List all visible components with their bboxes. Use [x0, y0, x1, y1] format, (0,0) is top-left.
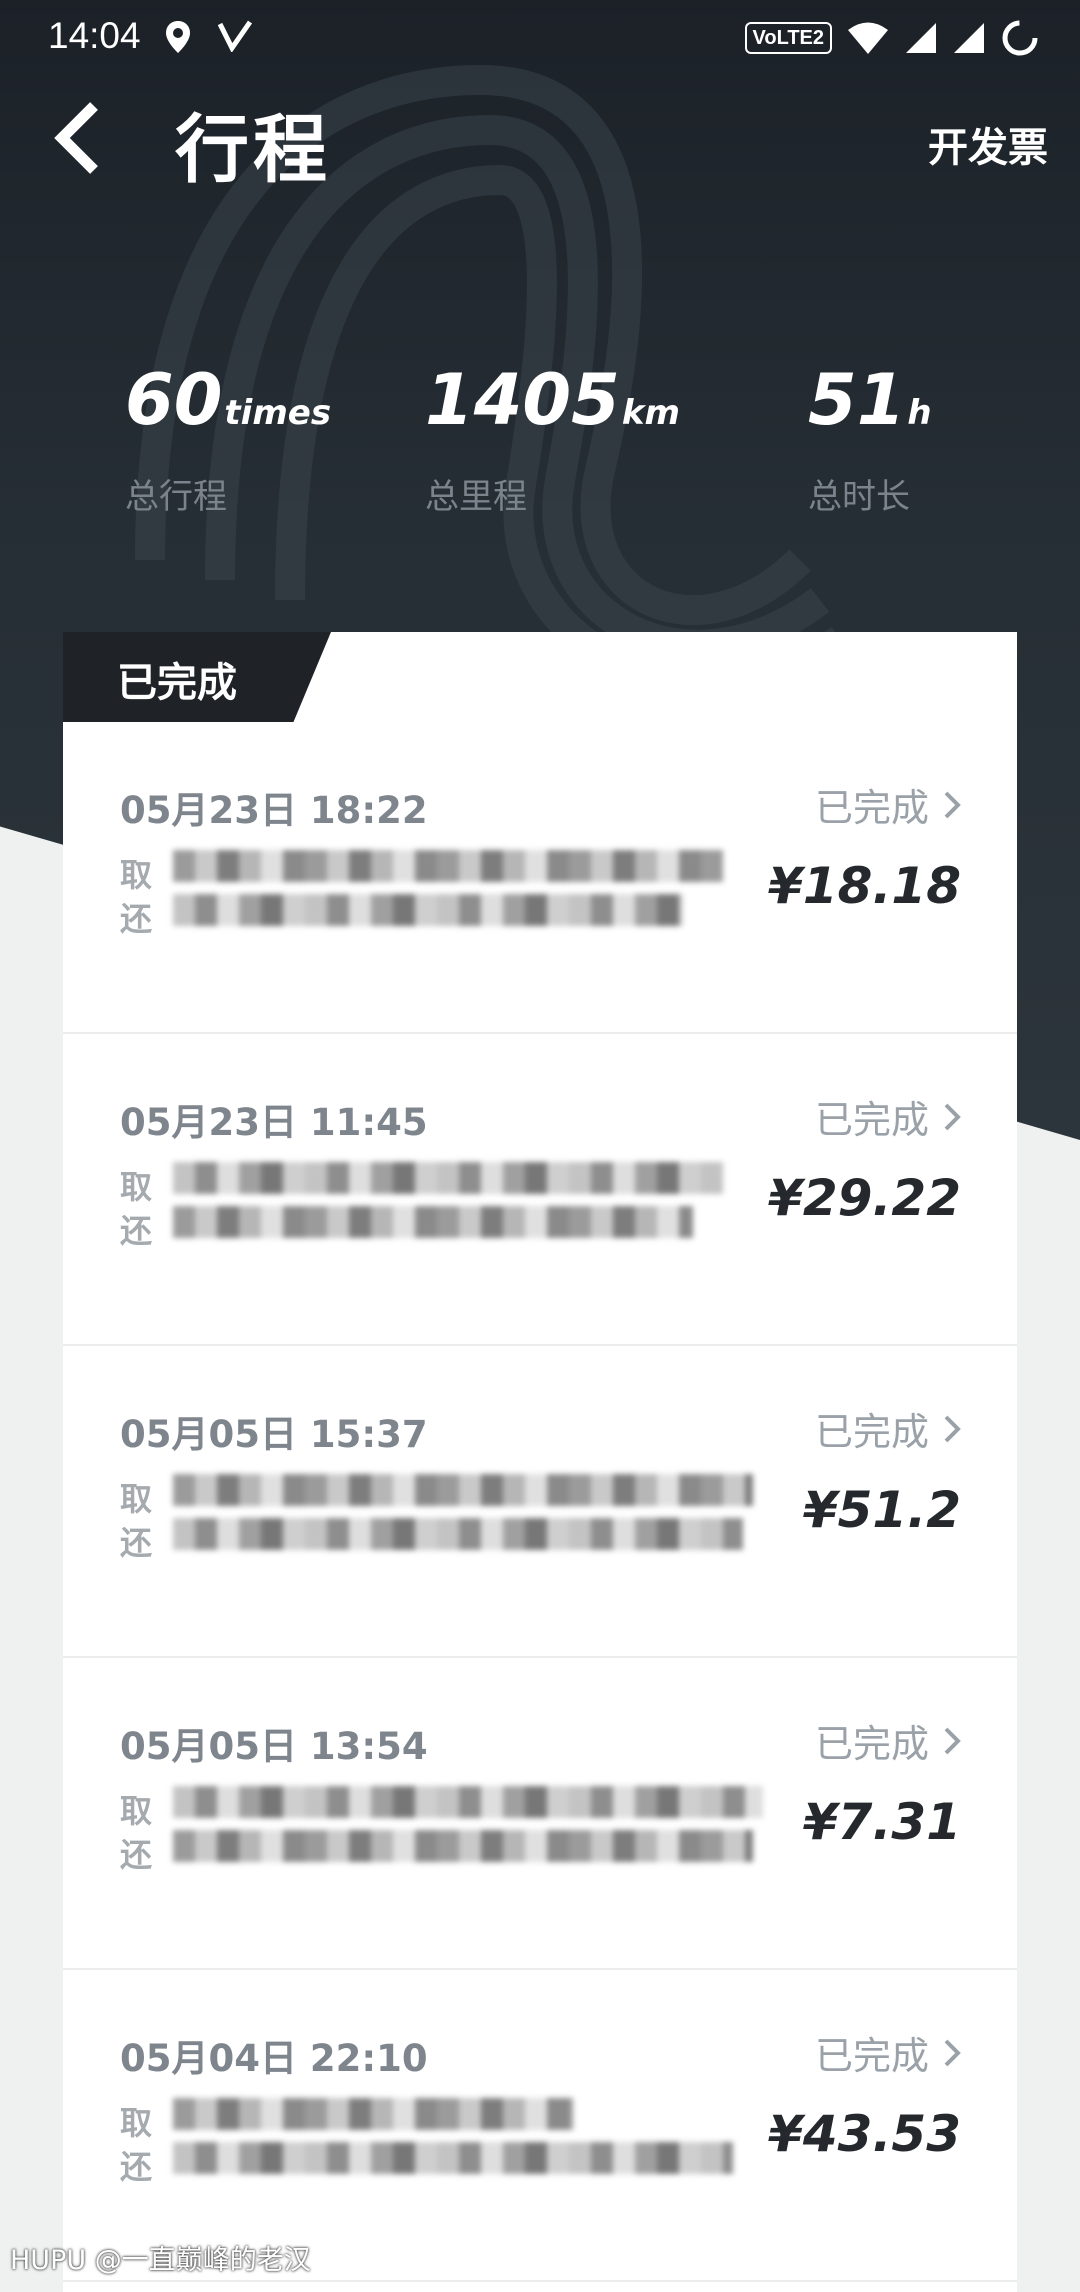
pickup-label: 取	[120, 856, 153, 894]
trip-price: ¥51.2	[802, 1481, 961, 1539]
stat-value: 1405	[425, 359, 620, 441]
return-label: 还	[120, 1524, 153, 1562]
trip-datetime: 05月05日 13:54	[120, 1725, 428, 1768]
page-title: 行程	[175, 107, 331, 193]
status-time: 14:04	[48, 15, 141, 56]
stat-label: 总行程	[125, 477, 227, 517]
stat-total-trips: 60times 总行程	[125, 360, 331, 518]
chevron-right-icon	[944, 1727, 961, 1754]
invoice-button[interactable]: 开发票	[928, 115, 1048, 173]
trip-item[interactable]: 05月04日 22:10 已完成 取 还 ¥43.53	[63, 1970, 1017, 2282]
stat-label: 总里程	[425, 477, 527, 517]
chevron-right-icon	[944, 1415, 961, 1442]
status-right-icons: VoLTE2	[744, 18, 1040, 58]
signal-icon	[906, 23, 936, 53]
stat-value: 60	[125, 359, 223, 441]
return-address-redacted	[173, 894, 683, 926]
trip-item[interactable]: 05月05日 13:54 已完成 取 还 ¥7.31	[63, 1658, 1017, 1970]
trip-status-label: 已完成	[814, 1098, 929, 1142]
status-bar: 14:04 VoLTE2	[0, 0, 1080, 78]
return-label: 还	[120, 1212, 153, 1250]
pickup-label: 取	[120, 1792, 153, 1830]
pickup-label: 取	[120, 1168, 153, 1206]
trip-datetime: 05月23日 18:22	[120, 789, 428, 832]
completed-tab-label: 已完成	[117, 660, 237, 706]
network-badge: VoLTE2	[744, 22, 832, 54]
pickup-address-redacted	[173, 1474, 753, 1506]
return-address-redacted	[173, 1830, 753, 1862]
trip-price: ¥18.18	[768, 857, 961, 915]
stat-unit: times	[224, 393, 332, 433]
trip-status[interactable]: 已完成	[815, 1713, 961, 1768]
return-label: 还	[120, 900, 153, 938]
return-address-redacted	[173, 1518, 743, 1550]
trip-datetime: 05月05日 15:37	[120, 1413, 428, 1456]
pickup-address-redacted	[173, 850, 723, 882]
location-icon	[166, 21, 190, 53]
stat-unit: h	[907, 393, 932, 433]
trip-status[interactable]: 已完成	[815, 2025, 961, 2080]
chevron-left-icon	[54, 102, 98, 174]
trip-item[interactable]: 05月23日 11:45 已完成 取 还 ¥29.22	[63, 1034, 1017, 1346]
pickup-address-redacted	[173, 2098, 573, 2130]
trip-item[interactable]: 05月05日 15:37 已完成 取 还 ¥51.2	[63, 1346, 1017, 1658]
chevron-right-icon	[944, 1103, 961, 1130]
stat-unit: km	[621, 393, 680, 433]
pickup-address-redacted	[173, 1162, 723, 1194]
trip-status[interactable]: 已完成	[815, 1089, 961, 1144]
pickup-address-redacted	[173, 1786, 763, 1818]
completed-tab[interactable]: 已完成	[63, 632, 331, 722]
pickup-label: 取	[120, 1480, 153, 1518]
return-address-redacted	[173, 2142, 733, 2174]
back-button[interactable]	[48, 100, 118, 176]
stat-label: 总时长	[808, 477, 910, 517]
trip-datetime: 05月04日 22:10	[120, 2037, 428, 2080]
trip-status-label: 已完成	[814, 786, 929, 830]
trip-status-label: 已完成	[814, 2034, 929, 2078]
wifi-icon	[848, 22, 888, 54]
trip-item[interactable]: 05月23日 18:22 已完成 取 还 ¥18.18	[63, 722, 1017, 1034]
stat-total-distance: 1405km 总里程	[425, 360, 680, 518]
header: 行程 开发票	[0, 78, 1080, 198]
chevron-right-icon	[944, 791, 961, 818]
trip-status[interactable]: 已完成	[815, 777, 961, 832]
trip-price: ¥43.53	[768, 2105, 961, 2163]
trip-datetime: 05月23日 11:45	[120, 1101, 428, 1144]
trip-status-label: 已完成	[814, 1722, 929, 1766]
trip-price: ¥29.22	[768, 1169, 961, 1227]
pickup-label: 取	[120, 2104, 153, 2142]
loading-icon	[1002, 20, 1038, 56]
return-label: 还	[120, 1836, 153, 1874]
signal-icon	[954, 23, 984, 53]
trip-status[interactable]: 已完成	[815, 1401, 961, 1456]
trip-price: ¥7.31	[802, 1793, 961, 1851]
trip-status-label: 已完成	[814, 1410, 929, 1454]
return-address-redacted	[173, 1206, 693, 1238]
stat-total-duration: 51h 总时长	[808, 360, 932, 518]
trips-card: 已完成 05月23日 18:22 已完成 取 还 ¥18.18 05月23日 1…	[63, 632, 1017, 2292]
stat-value: 51	[808, 359, 906, 441]
watermark: HUPU @一直巅峰的老汉	[10, 2245, 311, 2276]
nfc-icon	[218, 20, 252, 52]
chevron-right-icon	[944, 2039, 961, 2066]
return-label: 还	[120, 2148, 153, 2186]
